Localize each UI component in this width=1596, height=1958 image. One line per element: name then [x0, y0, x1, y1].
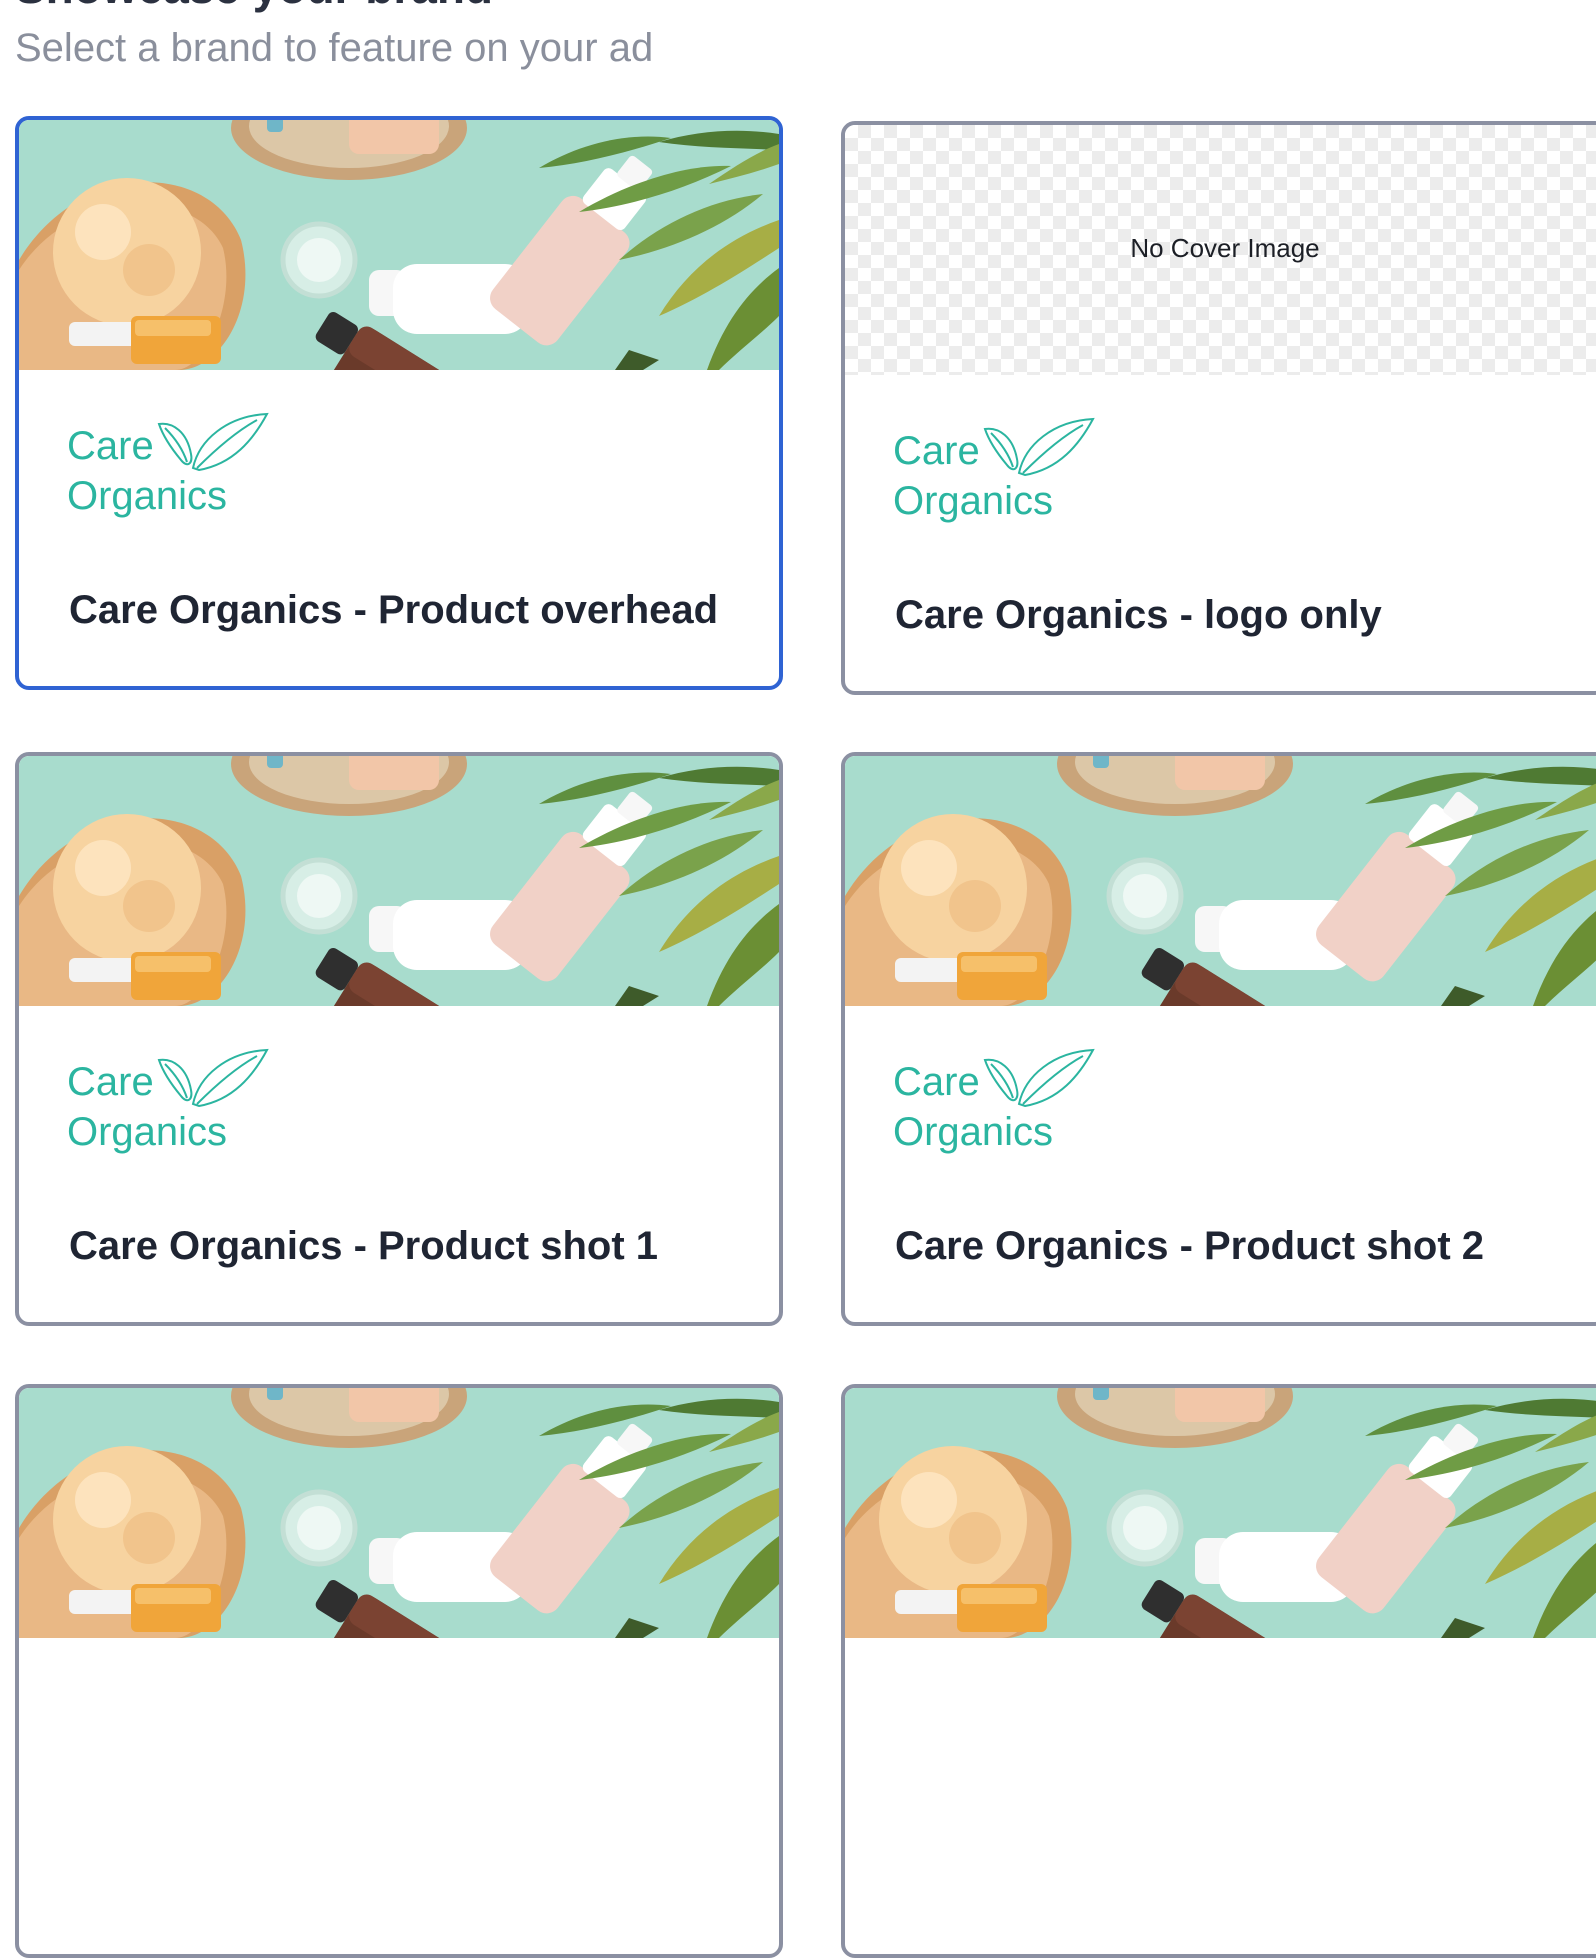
page-title: Showcase your brand	[15, 0, 493, 14]
logo-text-line2: Organics	[67, 1110, 228, 1154]
cover-image	[845, 756, 1596, 1006]
brand-card-product-overhead[interactable]: Care Organics Care Organics - Product ov…	[15, 116, 783, 690]
cover-image-placeholder: No Cover Image	[845, 125, 1596, 375]
leaf-icon	[984, 418, 1094, 476]
brand-logo: Care Organics	[67, 1049, 307, 1168]
brand-logo: Care Organics	[893, 418, 1133, 537]
logo-text-line2: Organics	[893, 479, 1054, 523]
brand-card-name: Care Organics - Product shot 1	[69, 1224, 659, 1268]
cover-image	[845, 1388, 1596, 1638]
cover-image	[19, 120, 779, 370]
cover-image	[19, 756, 779, 1006]
brand-logo: Care Organics	[67, 413, 307, 532]
brand-card-name: Care Organics - Product shot 2	[895, 1224, 1485, 1268]
brand-card-5[interactable]	[15, 1384, 783, 1958]
brand-card-logo-only[interactable]: No Cover Image Care Organics Care Organi…	[841, 121, 1596, 695]
logo-text-line1: Care	[893, 1060, 980, 1104]
brand-card-product-shot-1[interactable]: Care Organics Care Organics - Product sh…	[15, 752, 783, 1326]
no-cover-image-label: No Cover Image	[1130, 233, 1320, 263]
cover-image	[19, 1388, 779, 1638]
brand-logo: Care Organics	[893, 1049, 1133, 1168]
brand-card-product-shot-2[interactable]: Care Organics Care Organics - Product sh…	[841, 752, 1596, 1326]
brand-card-name: Care Organics - logo only	[895, 593, 1382, 637]
logo-text-line2: Organics	[67, 474, 228, 518]
leaf-icon	[158, 413, 268, 471]
leaf-icon	[158, 1049, 268, 1107]
logo-text-line2: Organics	[893, 1110, 1054, 1154]
logo-text-line1: Care	[893, 429, 980, 473]
logo-text-line1: Care	[67, 1060, 154, 1104]
page-subtitle: Select a brand to feature on your ad	[15, 26, 654, 70]
leaf-icon	[984, 1049, 1094, 1107]
logo-text-line1: Care	[67, 424, 154, 468]
brand-card-name: Care Organics - Product overhead	[69, 588, 719, 632]
brand-card-6[interactable]	[841, 1384, 1596, 1958]
